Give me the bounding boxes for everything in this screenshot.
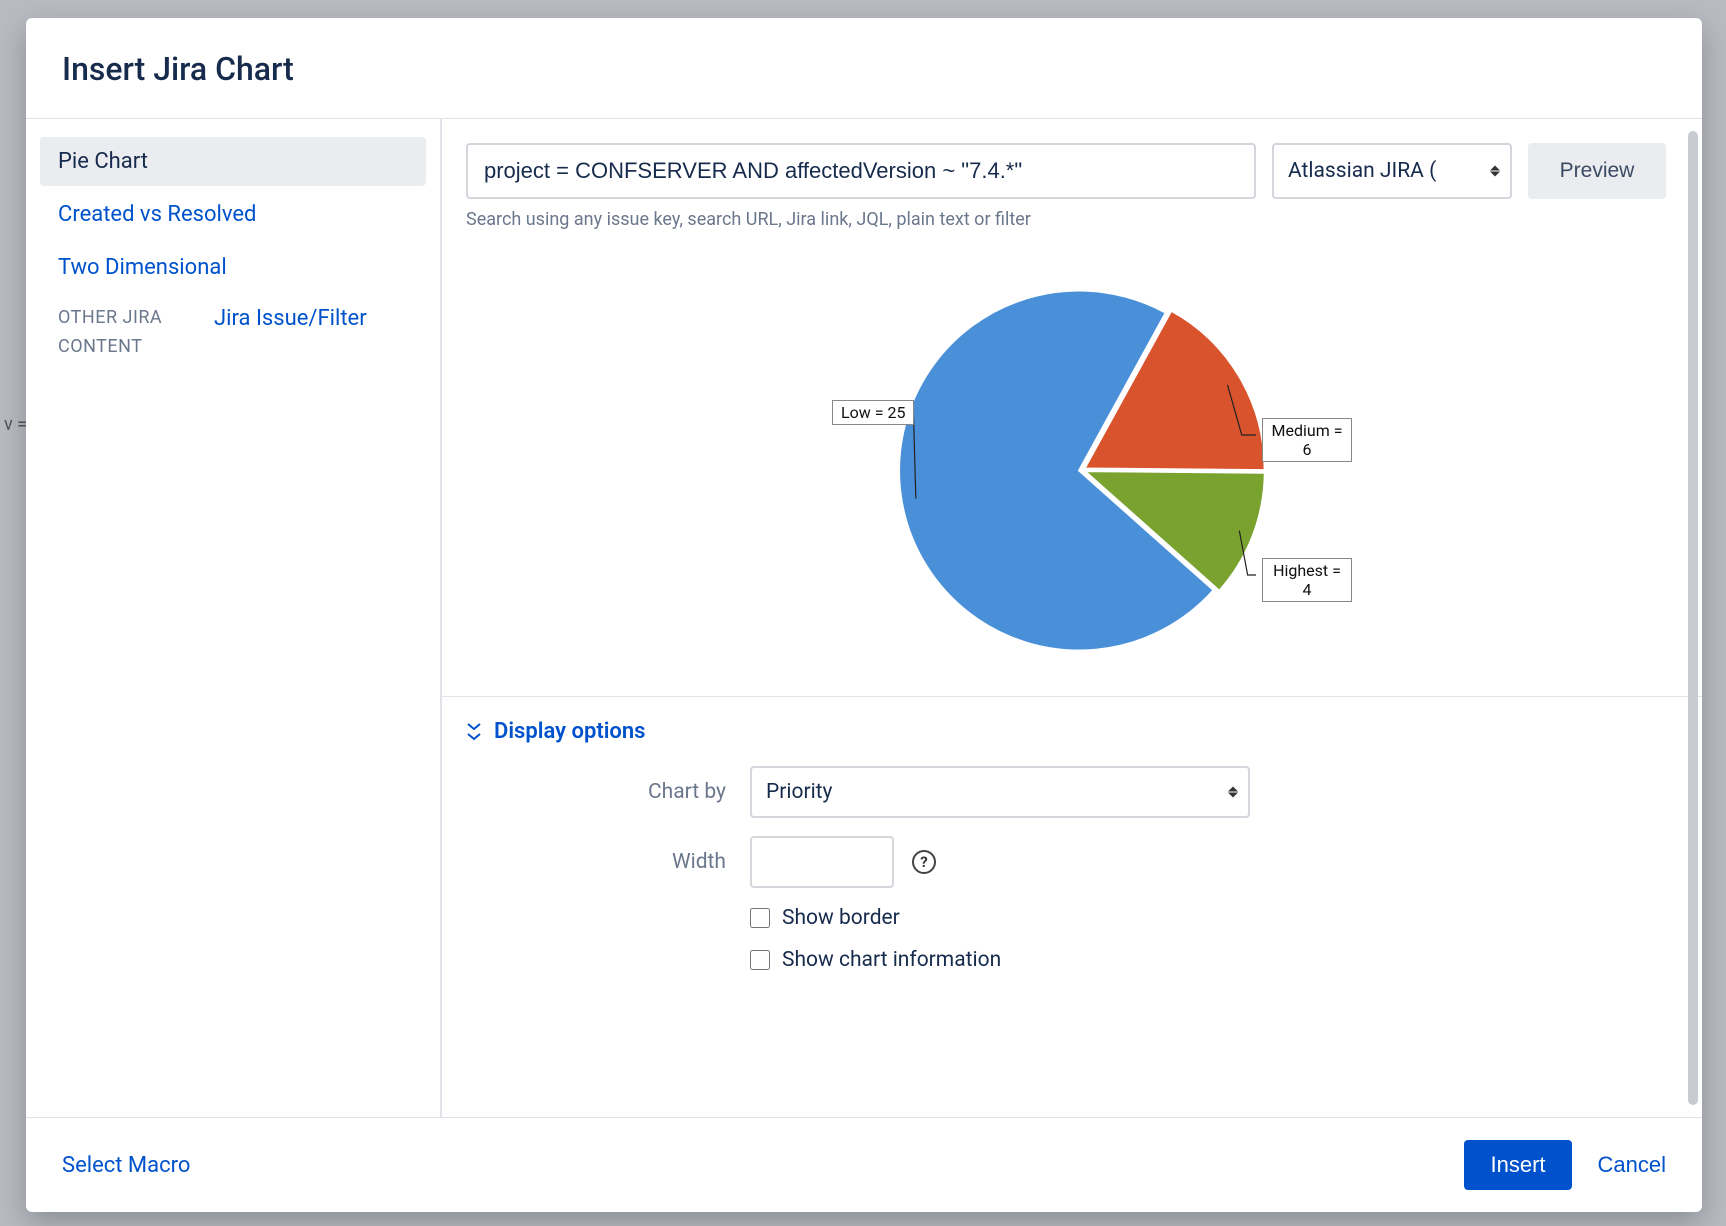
chart-by-select[interactable]: Priority	[750, 766, 1250, 818]
body-scrollbar[interactable]	[1688, 131, 1698, 1105]
server-select-value: Atlassian JIRA (	[1288, 159, 1436, 183]
sidebar-other-label: OTHER JIRA CONTENT	[58, 304, 190, 362]
select-stepper-icon	[1228, 787, 1238, 798]
jira-server-select[interactable]: Atlassian JIRA (	[1272, 143, 1512, 199]
display-options-section: Display options Chart by Priority Width …	[442, 696, 1702, 1004]
insert-button[interactable]: Insert	[1464, 1140, 1571, 1190]
slice-label-low: Low = 25	[832, 400, 914, 425]
dialog-header: Insert Jira Chart	[26, 18, 1702, 118]
preview-button[interactable]: Preview	[1528, 143, 1666, 199]
jql-search-input[interactable]	[466, 143, 1256, 199]
show-border-checkbox[interactable]	[750, 908, 770, 928]
show-chart-info-label: Show chart information	[782, 948, 1001, 972]
display-options-form: Chart by Priority Width ?	[466, 766, 1666, 972]
chart-preview-area: Low = 25 Medium = 6 Highest = 4	[442, 230, 1702, 696]
slice-label-highest: Highest = 4	[1262, 558, 1352, 602]
sidebar-item-pie-chart[interactable]: Pie Chart	[40, 137, 426, 186]
insert-jira-chart-dialog: Insert Jira Chart Pie Chart Created vs R…	[26, 18, 1702, 1212]
search-row: Atlassian JIRA ( Preview	[442, 119, 1702, 199]
select-macro-link[interactable]: Select Macro	[62, 1153, 190, 1178]
width-label: Width	[466, 850, 726, 874]
show-chart-info-checkbox[interactable]	[750, 950, 770, 970]
dialog-body: Pie Chart Created vs Resolved Two Dimens…	[26, 118, 1702, 1118]
pie-chart: Low = 25 Medium = 6 Highest = 4	[702, 270, 1442, 680]
sidebar-item-two-dimensional[interactable]: Two Dimensional	[40, 243, 426, 292]
select-stepper-icon	[1490, 166, 1500, 177]
show-border-row: Show border	[750, 906, 1250, 930]
main-panel: Atlassian JIRA ( Preview Search using an…	[442, 119, 1702, 1117]
width-input[interactable]	[750, 836, 894, 888]
search-helper-text: Search using any issue key, search URL, …	[442, 199, 1702, 230]
width-row: ?	[750, 836, 1250, 888]
show-chart-info-row: Show chart information	[750, 948, 1250, 972]
display-options-label: Display options	[494, 719, 645, 744]
display-options-toggle[interactable]: Display options	[466, 719, 1666, 744]
chart-by-value: Priority	[766, 780, 832, 804]
dialog-title: Insert Jira Chart	[62, 50, 1666, 88]
chart-type-sidebar: Pie Chart Created vs Resolved Two Dimens…	[26, 119, 442, 1117]
sidebar-item-created-vs-resolved[interactable]: Created vs Resolved	[40, 190, 426, 239]
chart-by-label: Chart by	[466, 780, 726, 804]
dialog-footer: Select Macro Insert Cancel	[26, 1118, 1702, 1212]
double-chevron-down-icon	[466, 722, 482, 742]
cancel-button[interactable]: Cancel	[1598, 1152, 1666, 1178]
sidebar-other-section: OTHER JIRA CONTENT Jira Issue/Filter	[40, 296, 426, 362]
sidebar-link-jira-issue-filter[interactable]: Jira Issue/Filter	[214, 304, 367, 362]
show-border-label: Show border	[782, 906, 900, 930]
slice-label-medium: Medium = 6	[1262, 418, 1352, 462]
help-icon[interactable]: ?	[912, 850, 936, 874]
